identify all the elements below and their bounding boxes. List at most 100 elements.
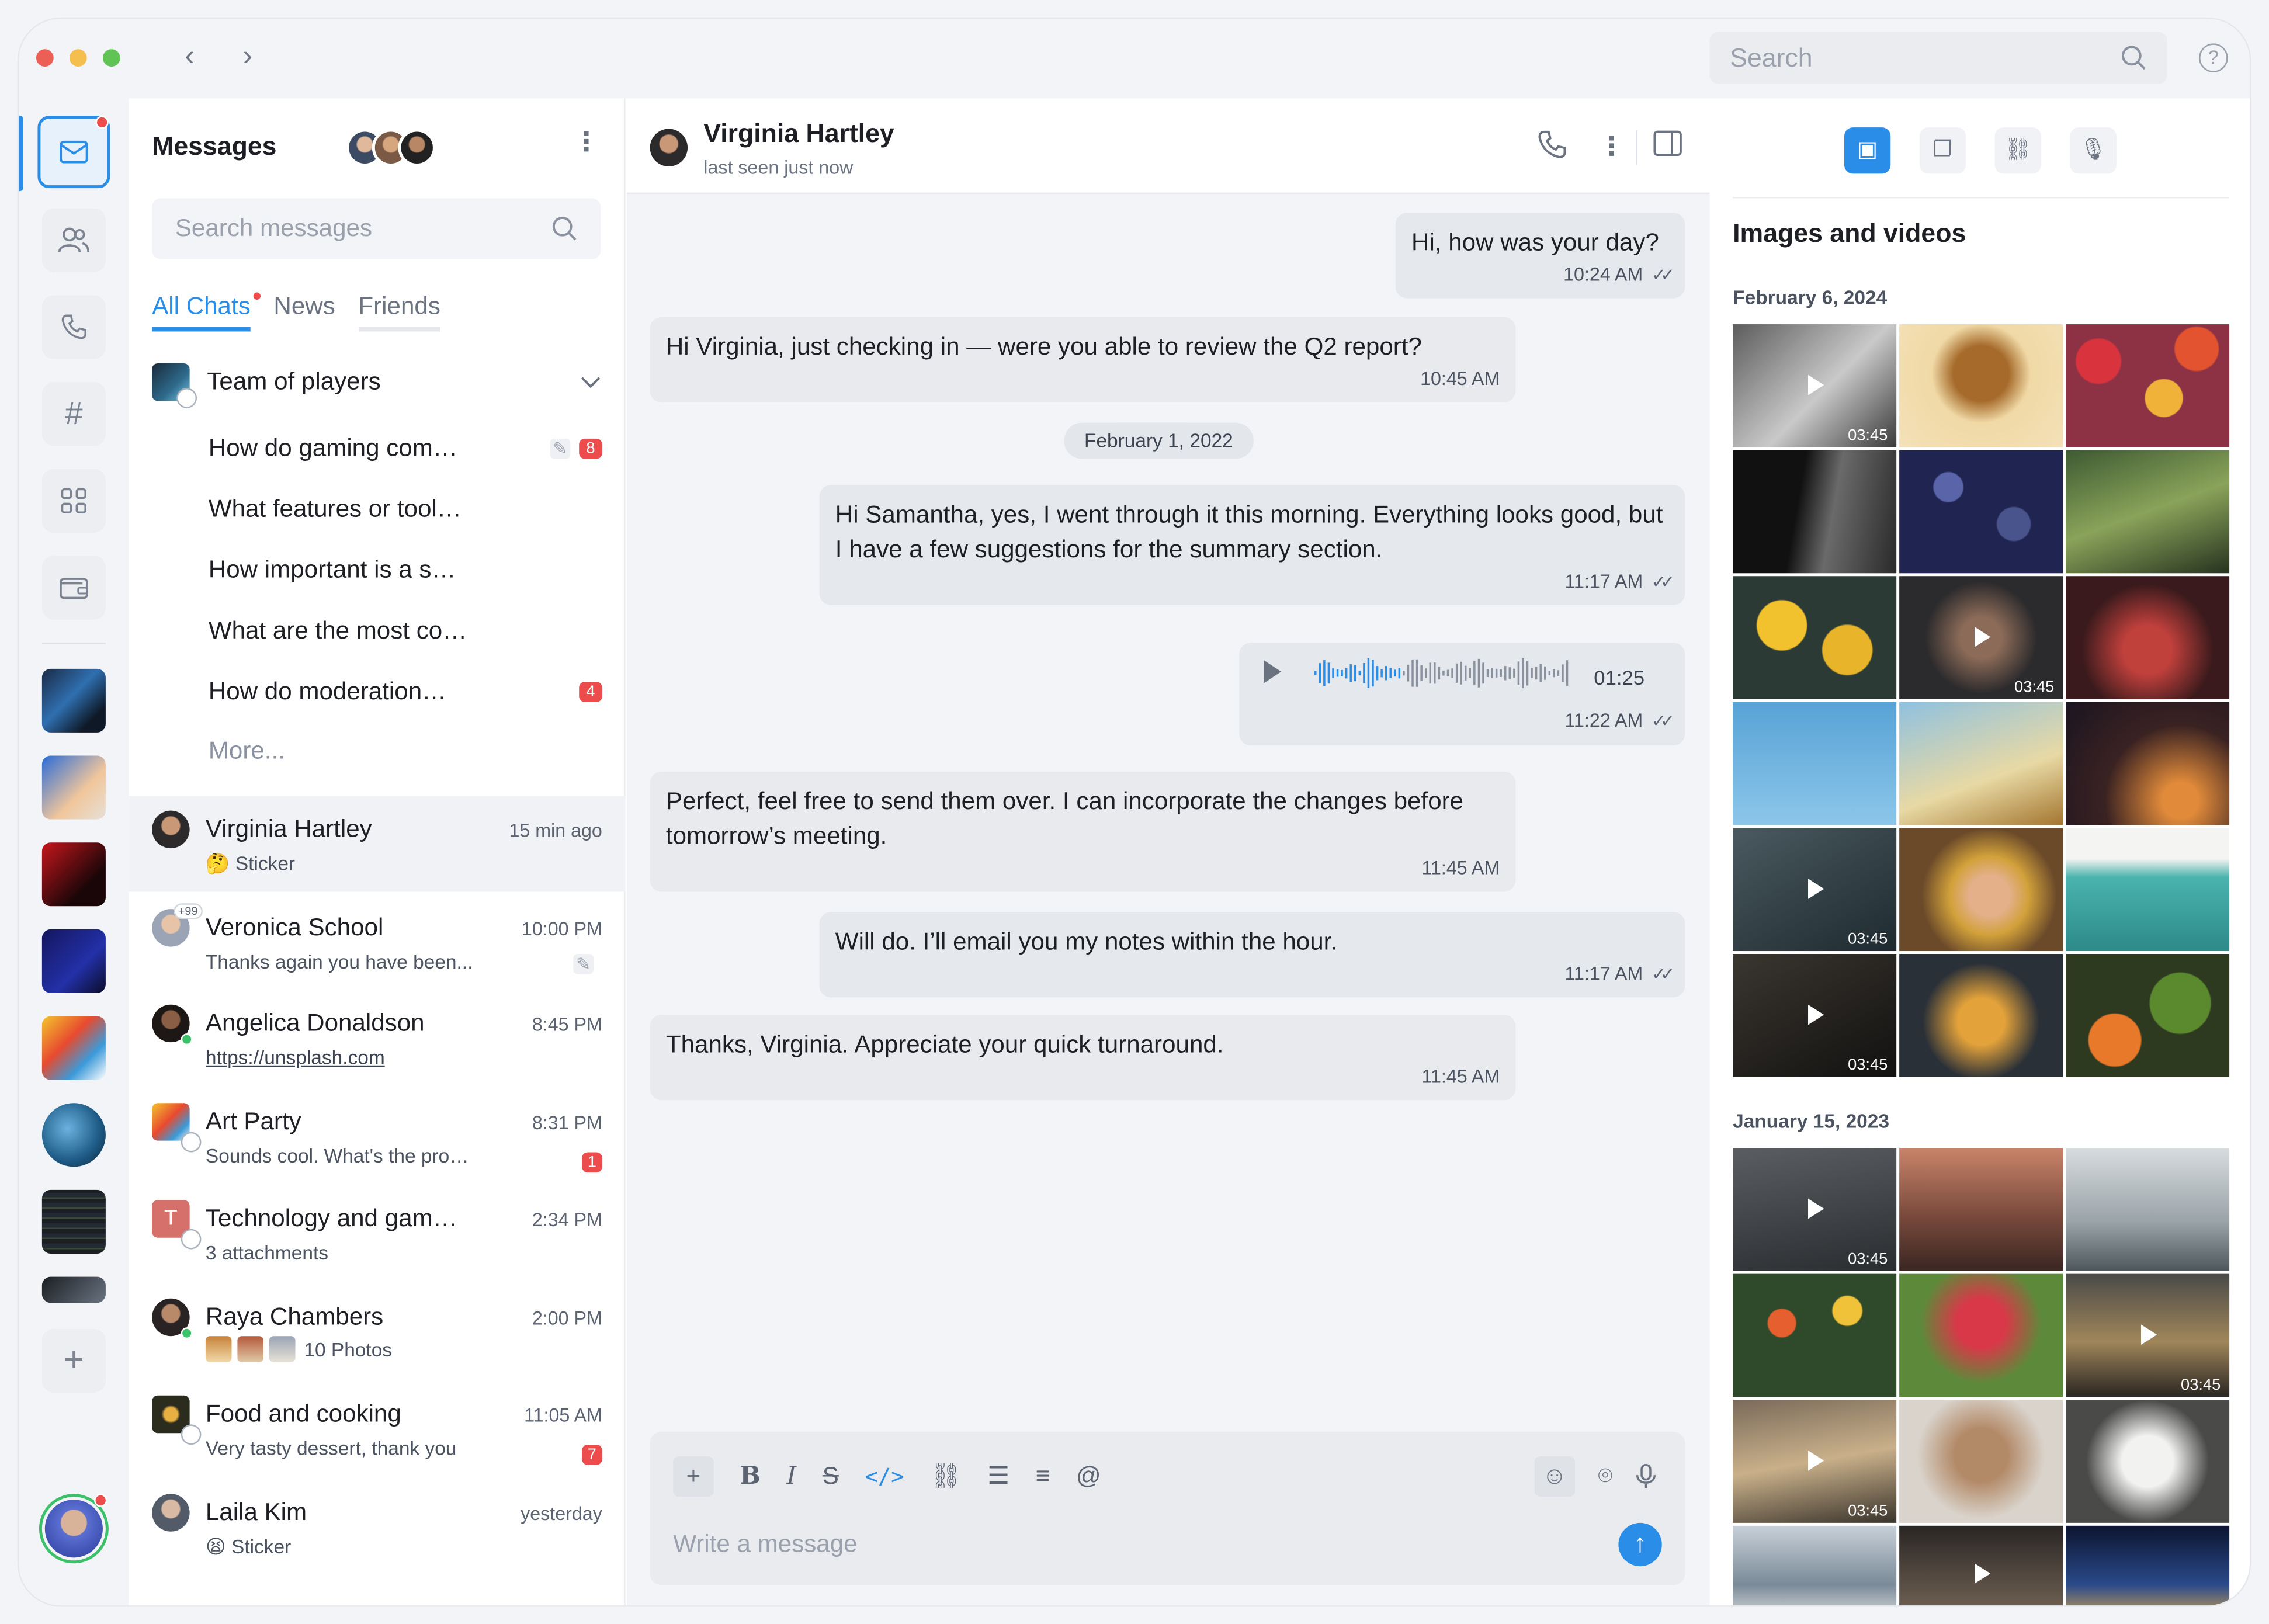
code-icon[interactable]: </> (865, 1463, 904, 1490)
space-thumb-gaming[interactable] (41, 668, 106, 733)
thread-item[interactable]: What are the most co… (209, 605, 602, 657)
media-image[interactable] (1899, 828, 2063, 952)
tab-all-chats[interactable]: All Chats (152, 292, 261, 332)
message-bubble-incoming[interactable]: Perfect, feel free to send them over. I … (650, 771, 1516, 892)
back-arrow-icon[interactable]: ‹ (175, 42, 204, 74)
chat-row-food-and-cooking[interactable]: Food and cooking 11:05 AM Very tasty des… (129, 1381, 626, 1477)
media-video[interactable]: 03:45 (1733, 1148, 1897, 1271)
thread-item[interactable]: What features or tool… (209, 484, 602, 536)
attach-plus-button[interactable]: + (673, 1456, 714, 1497)
microphone-icon[interactable] (1636, 1463, 1656, 1490)
thread-item[interactable]: How do gaming com… ✎ 8 (209, 423, 602, 475)
media-image[interactable] (1733, 1525, 1897, 1606)
add-space-button[interactable]: + (41, 1328, 106, 1393)
media-image[interactable] (1899, 1273, 2063, 1397)
space-thumb-desk[interactable] (41, 755, 106, 820)
media-image[interactable] (2066, 828, 2230, 952)
message-input[interactable]: Write a message (673, 1530, 857, 1559)
more-threads-link[interactable]: More... (209, 737, 285, 766)
media-video[interactable]: 03:45 (1733, 1400, 1897, 1523)
bold-icon[interactable]: B (740, 1462, 761, 1491)
group-team-of-players[interactable]: Team of players (152, 360, 601, 408)
thread-item[interactable]: How do moderation… 4 (209, 666, 602, 718)
media-image[interactable] (1733, 1273, 1897, 1397)
space-thumb-code[interactable] (41, 1189, 106, 1254)
send-button[interactable]: ↑ (1618, 1522, 1662, 1567)
audio-waveform[interactable] (1314, 653, 1575, 693)
message-bubble-outgoing[interactable]: Hi Samantha, yes, I went through it this… (819, 485, 1685, 605)
space-thumb-night[interactable] (41, 929, 106, 993)
media-video[interactable]: 03:45 (1733, 324, 1897, 447)
sidebar-item-channels[interactable]: # (41, 382, 106, 446)
screenshot-icon[interactable]: ⌾ (1598, 1462, 1612, 1491)
media-image[interactable] (2066, 576, 2230, 699)
more-options-icon[interactable]: ⋮ (1598, 133, 1625, 159)
chat-preview-link[interactable]: https://unsplash.com (206, 1047, 495, 1068)
space-thumb-portrait[interactable] (41, 842, 106, 907)
space-thumb-earth[interactable] (41, 1103, 106, 1167)
media-image[interactable] (1899, 954, 2063, 1077)
close-window-button[interactable] (36, 49, 54, 67)
space-thumb-partial[interactable] (41, 1276, 106, 1303)
media-image[interactable] (1899, 1148, 2063, 1271)
media-video[interactable]: 03:45 (1899, 576, 2063, 699)
media-image[interactable] (1899, 1400, 2063, 1523)
media-image[interactable] (1899, 450, 2063, 574)
media-image[interactable] (1899, 324, 2063, 447)
link-icon[interactable]: ⛓ (930, 1462, 962, 1491)
play-icon[interactable] (1264, 660, 1282, 683)
media-image[interactable] (1733, 576, 1897, 699)
sidebar-item-apps[interactable] (41, 469, 106, 533)
media-video[interactable]: 03:45 (1733, 954, 1897, 1077)
media-image[interactable] (2066, 1525, 2230, 1606)
maximize-window-button[interactable] (102, 49, 120, 67)
tab-links[interactable]: ⛓ (1994, 127, 2041, 174)
mention-icon[interactable]: @ (1076, 1462, 1101, 1491)
media-image[interactable] (2066, 324, 2230, 447)
tab-news[interactable]: News (273, 293, 335, 332)
chat-row-art-party[interactable]: Art Party 8:31 PM Sounds cool. What's th… (129, 1088, 626, 1184)
more-options-icon[interactable]: ⋮ (573, 129, 599, 155)
media-video[interactable]: 03:45 (2066, 1273, 2230, 1397)
chat-row-virginia-hartley[interactable]: Virginia Hartley 15 min ago 🤔 Sticker (129, 796, 626, 892)
tab-friends[interactable]: Friends (358, 293, 440, 332)
media-image[interactable] (2066, 450, 2230, 574)
tab-voice[interactable]: 🎙 (2070, 127, 2117, 174)
sidebar-item-contacts[interactable] (41, 208, 106, 272)
contact-name[interactable]: Virginia Hartley (703, 119, 894, 149)
strikethrough-icon[interactable]: S (823, 1462, 839, 1491)
bullet-list-icon[interactable]: ☰ (987, 1462, 1009, 1491)
search-messages-input[interactable]: Search messages (152, 198, 601, 259)
chat-row-veronica-school[interactable]: +99 Veronica School 10:00 PM Thanks agai… (129, 894, 626, 990)
thread-item[interactable]: How important is a s… (209, 544, 602, 596)
numbered-list-icon[interactable]: ≡ (1036, 1462, 1050, 1491)
media-image[interactable] (1733, 450, 1897, 574)
call-button[interactable] (1538, 130, 1567, 159)
toggle-side-panel-button[interactable] (1653, 130, 1682, 157)
sidebar-item-calls[interactable] (41, 295, 106, 359)
sidebar-item-wallet[interactable] (41, 556, 106, 620)
media-image[interactable] (1733, 702, 1897, 825)
message-bubble-outgoing[interactable]: Will do. I’ll email you my notes within … (819, 912, 1685, 998)
media-video[interactable]: 03:45 (1733, 828, 1897, 952)
media-image[interactable] (2066, 954, 2230, 1077)
avatar[interactable] (650, 129, 688, 166)
media-image[interactable] (2066, 1148, 2230, 1271)
online-avatars[interactable] (346, 129, 436, 169)
global-search-input[interactable]: Search (1709, 32, 2167, 84)
chat-row-raya-chambers[interactable]: Raya Chambers 2:00 PM 10 Photos (129, 1284, 626, 1380)
tab-files[interactable]: ❐ (1919, 127, 1966, 174)
message-bubble-outgoing[interactable]: Hi, how was your day? 10:24 AM ✓✓ (1395, 213, 1685, 299)
italic-icon[interactable]: I (786, 1462, 796, 1491)
space-thumb-art[interactable] (41, 1016, 106, 1080)
minimize-window-button[interactable] (69, 49, 87, 67)
media-image[interactable] (2066, 702, 2230, 825)
forward-arrow-icon[interactable]: › (233, 42, 262, 74)
chevron-down-icon[interactable] (581, 376, 601, 388)
help-icon[interactable]: ? (2199, 43, 2228, 72)
media-video[interactable] (1899, 1525, 2063, 1606)
chat-row-angelica-donaldson[interactable]: Angelica Donaldson 8:45 PM https://unspl… (129, 990, 626, 1086)
emoji-button[interactable]: ☺ (1534, 1456, 1575, 1497)
chat-row-laila-kim[interactable]: Laila Kim yesterday 😫 Sticker (129, 1480, 626, 1576)
voice-message-bubble[interactable]: 01:25 11:22 AM ✓✓ (1239, 643, 1685, 746)
